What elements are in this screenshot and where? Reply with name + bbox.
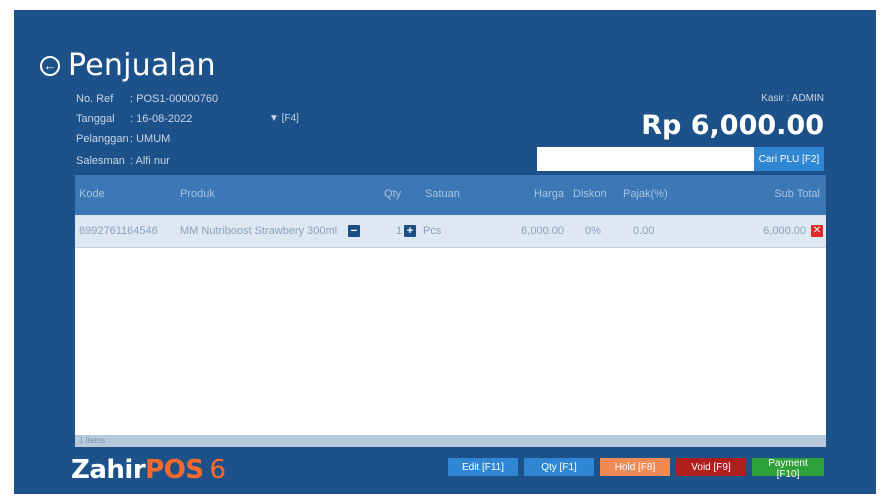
row-unit: Pcs bbox=[423, 225, 442, 237]
salesman-value[interactable]: : Alfi nur bbox=[130, 155, 170, 167]
payment-button[interactable]: Payment [F10] bbox=[752, 458, 824, 480]
search-plu-button[interactable]: Cari PLU [F2] bbox=[754, 147, 824, 171]
row-code: 8992761164546 bbox=[79, 225, 158, 237]
plu-search-input[interactable] bbox=[537, 147, 754, 171]
customer-label: Pelanggan bbox=[76, 133, 129, 145]
col-discount[interactable]: Diskon bbox=[573, 188, 607, 200]
info-customer: Pelanggan : UMUM bbox=[76, 133, 170, 145]
date-value[interactable]: : 16-08-2022 bbox=[130, 113, 192, 125]
grid-header: Kode Produk Qty Satuan Harga Diskon Paja… bbox=[75, 175, 826, 215]
grid-footer-count: 1 Items bbox=[75, 435, 826, 447]
info-salesman: Salesman : Alfi nur bbox=[76, 155, 170, 167]
ref-label: No. Ref bbox=[76, 93, 114, 105]
table-row[interactable]: 8992761164546 MM Nutriboost Strawbery 30… bbox=[75, 215, 826, 248]
edit-button[interactable]: Edit [F11] bbox=[448, 458, 518, 476]
col-price[interactable]: Harga bbox=[534, 188, 564, 200]
plus-icon[interactable]: + bbox=[404, 225, 416, 237]
ref-value: : POS1-00000760 bbox=[130, 93, 219, 105]
col-unit[interactable]: Satuan bbox=[425, 188, 460, 200]
arrow-left-circle-icon[interactable]: ← bbox=[40, 55, 60, 76]
brand-part1: Zahir bbox=[71, 455, 146, 485]
col-tax[interactable]: Pajak(%) bbox=[623, 188, 668, 200]
salesman-label: Salesman bbox=[76, 155, 125, 167]
brand-logo: ZahirPOS 6 bbox=[71, 455, 226, 485]
brand-part2: POS bbox=[145, 455, 204, 485]
plu-search: Cari PLU [F2] bbox=[537, 147, 827, 171]
qty-button[interactable]: Qty [F1] bbox=[524, 458, 594, 476]
void-button[interactable]: Void [F9] bbox=[676, 458, 746, 476]
hold-button[interactable]: Hold [F8] bbox=[600, 458, 670, 476]
pos-window: ← Penjualan No. Ref : POS1-00000760 Tang… bbox=[14, 10, 876, 494]
date-dropdown[interactable]: ▼ [F4] bbox=[269, 113, 299, 124]
row-discount: 0% bbox=[585, 225, 601, 237]
minus-icon[interactable]: − bbox=[348, 225, 360, 237]
row-qty: 1 bbox=[396, 225, 403, 237]
cashier-label: Kasir : ADMIN bbox=[761, 93, 824, 104]
info-ref: No. Ref : POS1-00000760 bbox=[76, 93, 218, 105]
row-price: 6,000.00 bbox=[521, 225, 564, 237]
row-tax: 0.00 bbox=[633, 225, 655, 237]
row-subtotal: 6,000.00 bbox=[763, 225, 806, 237]
sales-grid: Kode Produk Qty Satuan Harga Diskon Paja… bbox=[75, 175, 826, 447]
col-code[interactable]: Kode bbox=[79, 188, 105, 200]
col-qty[interactable]: Qty bbox=[384, 188, 401, 200]
date-label: Tanggal bbox=[76, 113, 115, 125]
customer-value[interactable]: : UMUM bbox=[130, 133, 170, 145]
page-title: Penjualan bbox=[68, 48, 216, 83]
action-bar: Edit [F11] Qty [F1] Hold [F8] Void [F9] … bbox=[448, 458, 824, 480]
info-date: Tanggal : 16-08-2022 bbox=[76, 113, 192, 125]
col-subtotal[interactable]: Sub Total bbox=[774, 188, 820, 200]
brand-part3: 6 bbox=[209, 455, 227, 485]
col-product[interactable]: Produk bbox=[180, 188, 215, 200]
grand-total: Rp 6,000.00 bbox=[641, 110, 824, 141]
row-product: MM Nutriboost Strawbery 300ml bbox=[180, 225, 338, 237]
title-row: ← Penjualan bbox=[40, 48, 216, 83]
delete-icon[interactable]: ✕ bbox=[811, 225, 823, 237]
